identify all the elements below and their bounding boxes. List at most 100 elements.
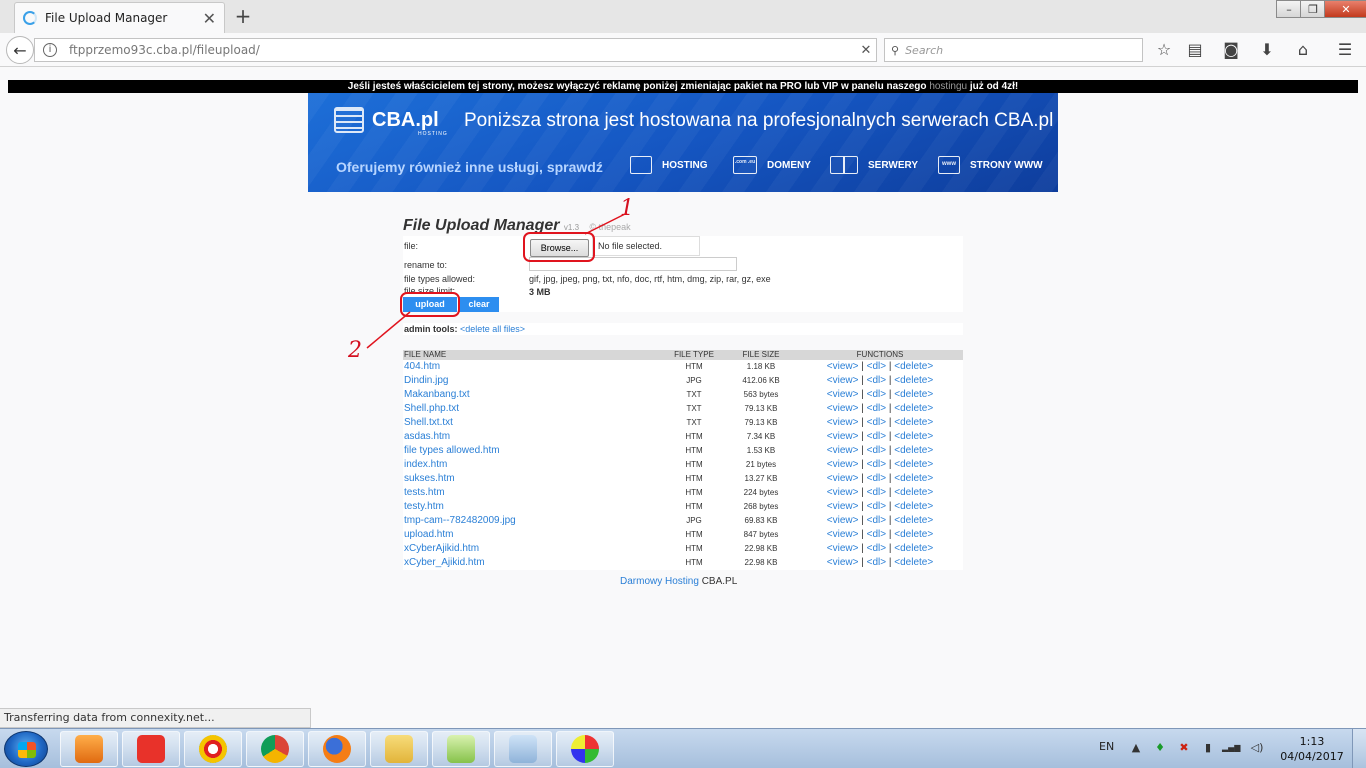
delete-link[interactable]: <delete> bbox=[894, 473, 933, 484]
home-icon[interactable]: ⌂ bbox=[1292, 40, 1314, 60]
hosting-link[interactable]: hostingu bbox=[929, 81, 967, 92]
view-link[interactable]: <view> bbox=[827, 445, 859, 456]
battery-icon[interactable]: ▮ bbox=[1202, 742, 1214, 754]
file-name-link[interactable]: upload.htm bbox=[404, 528, 664, 542]
free-hosting-link[interactable]: Darmowy Hosting bbox=[620, 576, 699, 587]
file-name-link[interactable]: xCyberAjikid.htm bbox=[404, 542, 664, 556]
clear-button[interactable]: clear bbox=[459, 297, 499, 312]
tray-app-icon[interactable]: ♦ bbox=[1154, 742, 1166, 754]
search-field[interactable]: ⚲ Search bbox=[884, 38, 1143, 62]
download-link[interactable]: <dl> bbox=[867, 459, 886, 470]
delete-link[interactable]: <delete> bbox=[894, 375, 933, 386]
file-name-link[interactable]: xCyber_Ajikid.htm bbox=[404, 556, 664, 570]
view-link[interactable]: <view> bbox=[827, 459, 859, 470]
download-icon[interactable]: ⬇ bbox=[1256, 40, 1278, 60]
bookmark-star-icon[interactable]: ☆ bbox=[1153, 40, 1175, 60]
file-name-link[interactable]: Dindin.jpg bbox=[404, 374, 664, 388]
view-link[interactable]: <view> bbox=[827, 403, 859, 414]
download-link[interactable]: <dl> bbox=[867, 403, 886, 414]
new-tab-button[interactable]: + bbox=[233, 4, 253, 28]
taskbar-paint[interactable] bbox=[556, 731, 614, 767]
download-link[interactable]: <dl> bbox=[867, 389, 886, 400]
download-link[interactable]: <dl> bbox=[867, 473, 886, 484]
address-bar[interactable]: i ftpprzemo93c.cba.pl/fileupload/ ✕ bbox=[34, 38, 877, 62]
delete-link[interactable]: <delete> bbox=[894, 529, 933, 540]
delete-link[interactable]: <delete> bbox=[894, 515, 933, 526]
view-link[interactable]: <view> bbox=[827, 529, 859, 540]
view-link[interactable]: <view> bbox=[827, 361, 859, 372]
taskbar-app-8[interactable] bbox=[494, 731, 552, 767]
view-link[interactable]: <view> bbox=[827, 375, 859, 386]
site-info-icon[interactable]: i bbox=[43, 43, 57, 57]
action-center-icon[interactable]: ✖ bbox=[1178, 742, 1190, 754]
cba-nav-strony-www[interactable]: www STRONY WWW bbox=[938, 156, 1043, 174]
delete-all-files-link[interactable]: <delete all files> bbox=[460, 324, 525, 334]
download-link[interactable]: <dl> bbox=[867, 501, 886, 512]
delete-link[interactable]: <delete> bbox=[894, 543, 933, 554]
view-link[interactable]: <view> bbox=[827, 473, 859, 484]
file-name-link[interactable]: Makanbang.txt bbox=[404, 388, 664, 402]
download-link[interactable]: <dl> bbox=[867, 431, 886, 442]
minimize-button[interactable]: – bbox=[1276, 0, 1302, 18]
maximize-button[interactable]: ❐ bbox=[1300, 0, 1326, 18]
menu-icon[interactable]: ☰ bbox=[1334, 40, 1356, 60]
taskbar-chrome[interactable] bbox=[246, 731, 304, 767]
view-link[interactable]: <view> bbox=[827, 557, 859, 568]
download-link[interactable]: <dl> bbox=[867, 543, 886, 554]
taskbar-media-player[interactable] bbox=[60, 731, 118, 767]
file-name-link[interactable]: file types allowed.htm bbox=[404, 444, 664, 458]
cba-hosting-banner[interactable]: CBA.pl HOSTING Poniższa strona jest host… bbox=[308, 93, 1058, 192]
taskbar-firefox[interactable] bbox=[308, 731, 366, 767]
download-link[interactable]: <dl> bbox=[867, 515, 886, 526]
download-link[interactable]: <dl> bbox=[867, 557, 886, 568]
download-link[interactable]: <dl> bbox=[867, 375, 886, 386]
download-link[interactable]: <dl> bbox=[867, 361, 886, 372]
file-name-link[interactable]: Shell.txt.txt bbox=[404, 416, 664, 430]
clock[interactable]: 1:13 04/04/2017 bbox=[1280, 734, 1344, 764]
file-name-link[interactable]: testy.htm bbox=[404, 500, 664, 514]
show-desktop-button[interactable] bbox=[1352, 729, 1366, 768]
cba-nav-domeny[interactable]: .com .eu DOMENY bbox=[733, 156, 811, 174]
view-link[interactable]: <view> bbox=[827, 389, 859, 400]
file-name-link[interactable]: tmp-cam--782482009.jpg bbox=[404, 514, 664, 528]
cba-logo[interactable]: CBA.pl HOSTING bbox=[334, 107, 447, 137]
delete-link[interactable]: <delete> bbox=[894, 431, 933, 442]
delete-link[interactable]: <delete> bbox=[894, 389, 933, 400]
delete-link[interactable]: <delete> bbox=[894, 501, 933, 512]
file-name-link[interactable]: Shell.php.txt bbox=[404, 402, 664, 416]
volume-icon[interactable]: ◁) bbox=[1248, 742, 1266, 754]
delete-link[interactable]: <delete> bbox=[894, 487, 933, 498]
view-link[interactable]: <view> bbox=[827, 501, 859, 512]
view-link[interactable]: <view> bbox=[827, 515, 859, 526]
language-indicator[interactable]: EN bbox=[1099, 740, 1114, 753]
download-link[interactable]: <dl> bbox=[867, 445, 886, 456]
file-name-link[interactable]: 404.htm bbox=[404, 360, 664, 374]
url-text[interactable]: ftpprzemo93c.cba.pl/fileupload/ bbox=[69, 43, 856, 57]
signal-icon[interactable]: ▂▄▆ bbox=[1222, 742, 1240, 754]
browser-tab[interactable]: File Upload Manager ✕ bbox=[14, 2, 225, 33]
start-button[interactable] bbox=[4, 731, 48, 767]
file-name-link[interactable]: asdas.htm bbox=[404, 430, 664, 444]
tray-expand-icon[interactable]: ▲ bbox=[1130, 742, 1142, 754]
taskbar-app-3[interactable] bbox=[184, 731, 242, 767]
back-button[interactable]: ← bbox=[6, 36, 34, 64]
delete-link[interactable]: <delete> bbox=[894, 445, 933, 456]
taskbar-app-2[interactable] bbox=[122, 731, 180, 767]
view-link[interactable]: <view> bbox=[827, 417, 859, 428]
view-link[interactable]: <view> bbox=[827, 543, 859, 554]
file-name-link[interactable]: index.htm bbox=[404, 458, 664, 472]
view-link[interactable]: <view> bbox=[827, 431, 859, 442]
cba-nav-serwery[interactable]: SERWERY bbox=[830, 156, 918, 174]
delete-link[interactable]: <delete> bbox=[894, 557, 933, 568]
view-link[interactable]: <view> bbox=[827, 487, 859, 498]
close-tab-icon[interactable]: ✕ bbox=[203, 9, 216, 28]
download-link[interactable]: <dl> bbox=[867, 529, 886, 540]
clear-url-icon[interactable]: ✕ bbox=[856, 43, 876, 58]
download-link[interactable]: <dl> bbox=[867, 487, 886, 498]
file-name-link[interactable]: tests.htm bbox=[404, 486, 664, 500]
reading-list-icon[interactable]: ▤ bbox=[1184, 40, 1206, 60]
delete-link[interactable]: <delete> bbox=[894, 361, 933, 372]
delete-link[interactable]: <delete> bbox=[894, 417, 933, 428]
download-link[interactable]: <dl> bbox=[867, 417, 886, 428]
close-window-button[interactable]: ✕ bbox=[1324, 0, 1366, 18]
